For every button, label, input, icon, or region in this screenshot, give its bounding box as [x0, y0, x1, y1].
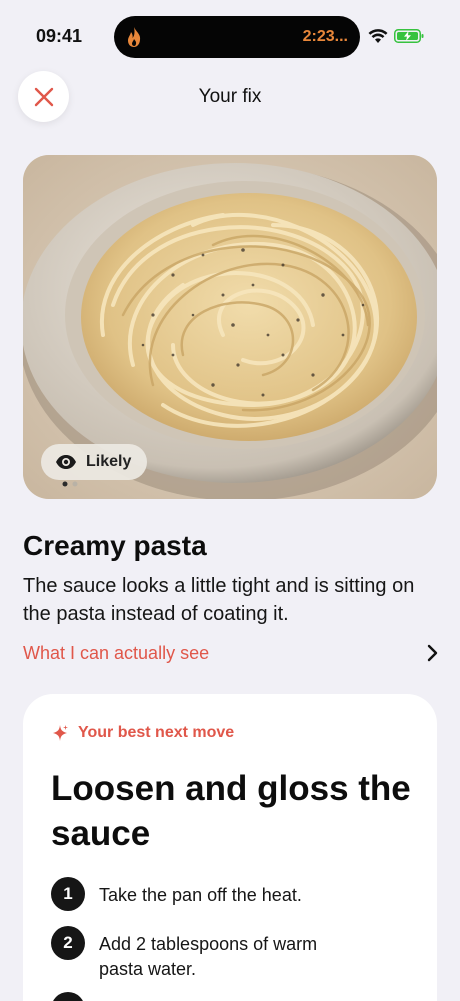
card-eyebrow-label: Your best next move: [78, 724, 235, 741]
next-move-card: Your best next move Loosen and gloss the…: [23, 694, 437, 1001]
confidence-chip[interactable]: Likely: [41, 444, 148, 480]
step-item: 2 Add 2 tablespoons of warm pasta water.: [51, 926, 411, 982]
confidence-chip-label: Likely: [86, 453, 132, 470]
step-text: Add 2 tablespoons of warm pasta water.: [99, 934, 318, 979]
step-number: 2: [51, 926, 85, 960]
what-i-can-see-link[interactable]: What I can actually see: [23, 641, 438, 665]
battery-charging-icon: [394, 29, 424, 43]
card-title: Loosen and gloss the sauce: [51, 769, 411, 853]
dish-name: Creamy pasta: [23, 530, 207, 561]
dynamic-island[interactable]: 2:23...: [114, 16, 360, 58]
step-item: 3: [51, 992, 411, 1001]
card-eyebrow: Your best next move: [51, 724, 234, 742]
status-time: 09:41: [36, 26, 83, 46]
chevron-right-icon: [427, 644, 438, 662]
step-number: 1: [51, 877, 85, 911]
flame-icon: [128, 27, 141, 47]
pagination-dots: [62, 481, 78, 487]
sparkle-icon: [53, 725, 68, 741]
step-text: Take the pan off the heat.: [99, 885, 302, 905]
dish-photo: Likely: [23, 155, 437, 499]
step-number: 3: [51, 992, 85, 1001]
wifi-icon: [368, 29, 388, 43]
eye-icon: [56, 455, 76, 469]
page-title: Your fix: [198, 86, 262, 107]
live-activity-timer: 2:23...: [302, 28, 348, 45]
dish-description: The sauce looks a little tight and is si…: [23, 575, 415, 625]
step-text: [99, 992, 349, 998]
step-item: 1 Take the pan off the heat.: [51, 877, 411, 911]
what-i-can-see-label: What I can actually see: [23, 642, 210, 663]
